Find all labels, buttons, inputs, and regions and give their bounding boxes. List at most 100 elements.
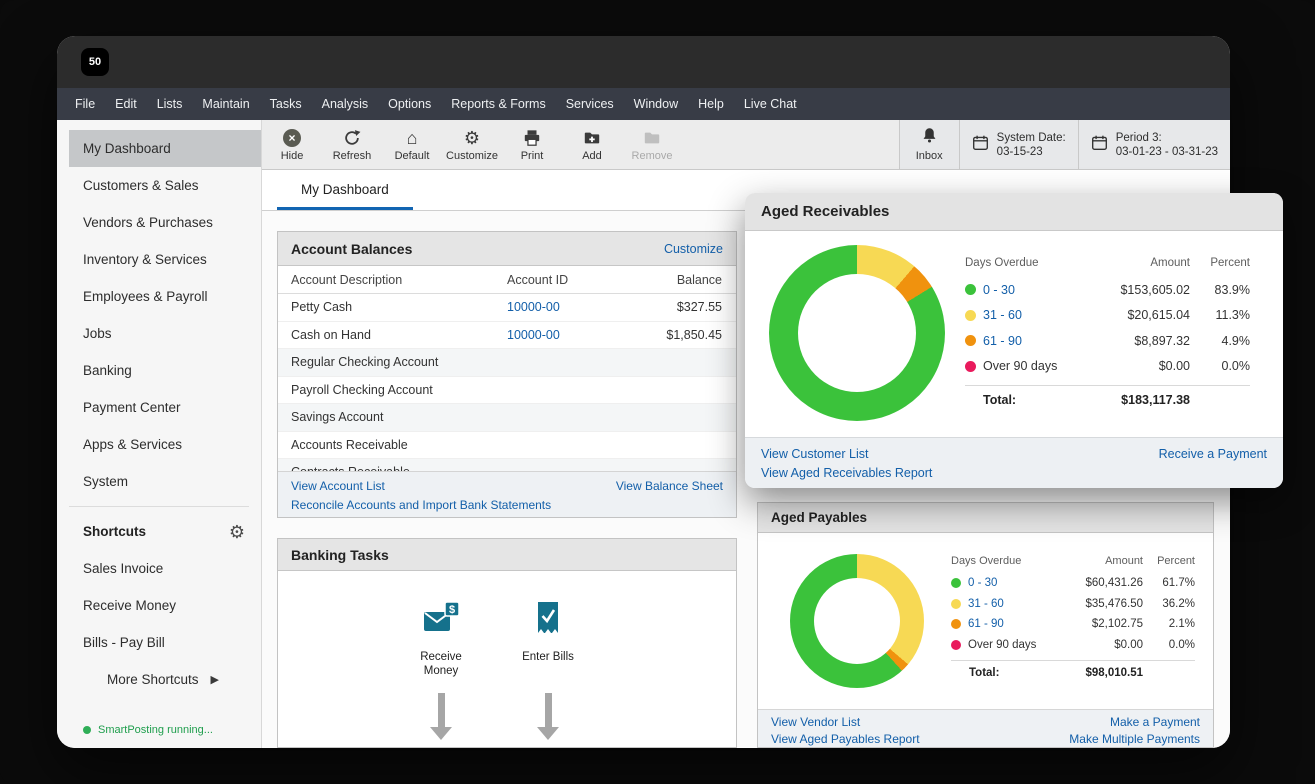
table-row: Petty Cash 10000-00 $327.55 xyxy=(278,294,736,322)
view-balance-sheet-link[interactable]: View Balance Sheet xyxy=(616,477,723,496)
menu-item-edit[interactable]: Edit xyxy=(105,88,147,120)
sidebar-item-my-dashboard[interactable]: My Dashboard xyxy=(69,130,261,167)
more-shortcuts[interactable]: More Shortcuts ▶ xyxy=(57,661,261,698)
hide-icon: × xyxy=(283,128,301,148)
receive-money-task[interactable]: $ Receive Money xyxy=(399,599,483,678)
printer-icon xyxy=(523,128,541,148)
print-button[interactable]: Print xyxy=(502,120,562,169)
menu-item-options[interactable]: Options xyxy=(378,88,441,120)
account-id-link[interactable]: 10000-00 xyxy=(507,328,560,342)
account-balances-header: Account Balances Customize xyxy=(278,232,736,266)
menu-item-live-chat[interactable]: Live Chat xyxy=(734,88,807,120)
legend-total-row: Total: $98,010.51 xyxy=(951,660,1195,679)
period-control[interactable]: Period 3: 03-01-23 - 03-31-23 xyxy=(1078,120,1230,169)
customize-button[interactable]: ⚙ Customize xyxy=(442,120,502,169)
legend-dot-icon xyxy=(965,335,976,346)
col-amount: Amount xyxy=(1048,555,1143,567)
screen: 50 File Edit Lists Maintain Tasks Analys… xyxy=(0,0,1315,784)
view-customer-list-link[interactable]: View Customer List xyxy=(761,445,932,464)
account-balances-panel: Account Balances Customize Account Descr… xyxy=(277,231,737,518)
menu-item-services[interactable]: Services xyxy=(556,88,624,120)
view-account-list-link[interactable]: View Account List xyxy=(291,477,551,496)
account-balances-table: Account Description Account ID Balance P… xyxy=(278,266,736,471)
reconcile-accounts-link[interactable]: Reconcile Accounts and Import Bank State… xyxy=(291,496,551,515)
menu-item-file[interactable]: File xyxy=(65,88,105,120)
shortcuts-gear-icon[interactable]: ⚙ xyxy=(229,523,245,541)
shortcut-bills-pay-bill[interactable]: Bills - Pay Bill xyxy=(57,624,261,661)
aged-receivables-header: Aged Receivables xyxy=(745,193,1283,231)
table-row: Regular Checking Account xyxy=(278,349,736,377)
inbox-label: Inbox xyxy=(916,150,943,162)
refresh-button[interactable]: Refresh xyxy=(322,120,382,169)
age-bucket-link[interactable]: 61 - 90 xyxy=(983,334,1022,348)
bucket-percent: 83.9% xyxy=(1190,283,1250,297)
sidebar-item-inventory-services[interactable]: Inventory & Services xyxy=(57,241,261,278)
sidebar-item-employees-payroll[interactable]: Employees & Payroll xyxy=(57,278,261,315)
bucket-amount: $0.00 xyxy=(1070,359,1190,373)
legend-row: 0 - 30 $60,431.26 61.7% xyxy=(951,573,1195,594)
sidebar-item-payment-center[interactable]: Payment Center xyxy=(57,389,261,426)
sidebar-item-system[interactable]: System xyxy=(57,463,261,500)
aged-receivables-donut-chart xyxy=(769,245,945,421)
shortcut-receive-money[interactable]: Receive Money xyxy=(57,587,261,624)
default-button[interactable]: ⌂ Default xyxy=(382,120,442,169)
menu-item-tasks[interactable]: Tasks xyxy=(260,88,312,120)
view-aged-receivables-report-link[interactable]: View Aged Receivables Report xyxy=(761,464,932,483)
col-days-overdue: Days Overdue xyxy=(965,257,1070,269)
account-id-link[interactable]: 10000-00 xyxy=(507,300,560,314)
view-vendor-list-link[interactable]: View Vendor List xyxy=(771,714,920,731)
sidebar-item-jobs[interactable]: Jobs xyxy=(57,315,261,352)
menu-item-analysis[interactable]: Analysis xyxy=(312,88,379,120)
remove-button[interactable]: Remove xyxy=(622,120,682,169)
sidebar-item-vendors-purchases[interactable]: Vendors & Purchases xyxy=(57,204,261,241)
banking-tasks-title: Banking Tasks xyxy=(291,547,389,563)
more-shortcuts-label: More Shortcuts xyxy=(107,672,199,687)
legend-row: 31 - 60 $35,476.50 36.2% xyxy=(951,594,1195,615)
shortcuts-header: Shortcuts ⚙ xyxy=(57,513,261,550)
age-bucket-link[interactable]: 0 - 30 xyxy=(968,577,997,589)
age-bucket-link[interactable]: 31 - 60 xyxy=(983,308,1022,322)
total-label: Total: xyxy=(951,667,1048,679)
view-aged-payables-report-link[interactable]: View Aged Payables Report xyxy=(771,731,920,748)
sidebar-item-banking[interactable]: Banking xyxy=(57,352,261,389)
aged-receivables-title: Aged Receivables xyxy=(761,203,889,220)
sidebar-item-apps-services[interactable]: Apps & Services xyxy=(57,426,261,463)
aged-receivables-footer: View Customer List View Aged Receivables… xyxy=(745,437,1283,488)
add-button[interactable]: Add xyxy=(562,120,622,169)
enter-bills-task[interactable]: Enter Bills xyxy=(506,599,590,664)
bucket-percent: 0.0% xyxy=(1143,639,1195,651)
menu-item-reports-forms[interactable]: Reports & Forms xyxy=(441,88,555,120)
app-logo-icon: 50 xyxy=(81,48,109,76)
age-bucket-link[interactable]: 61 - 90 xyxy=(968,618,1004,630)
age-bucket-link[interactable]: 31 - 60 xyxy=(968,598,1004,610)
age-bucket-link[interactable]: 0 - 30 xyxy=(983,283,1015,297)
menu-item-window[interactable]: Window xyxy=(624,88,688,120)
app-logo-text: 50 xyxy=(89,56,101,68)
flow-arrow-down-icon xyxy=(429,693,453,740)
make-a-payment-link[interactable]: Make a Payment xyxy=(1069,714,1200,731)
receive-a-payment-link[interactable]: Receive a Payment xyxy=(1159,445,1267,464)
account-balances-customize-link[interactable]: Customize xyxy=(664,242,723,256)
system-date-value: 03-15-23 xyxy=(997,146,1043,158)
bucket-percent: 11.3% xyxy=(1190,308,1250,322)
menu-item-maintain[interactable]: Maintain xyxy=(192,88,259,120)
make-multiple-payments-link[interactable]: Make Multiple Payments xyxy=(1069,731,1200,748)
aged-payables-body: Days Overdue Amount Percent 0 - 30 $60,4… xyxy=(758,533,1213,747)
calendar-icon xyxy=(1091,134,1108,156)
enter-bills-label: Enter Bills xyxy=(516,650,580,664)
home-icon: ⌂ xyxy=(407,128,418,148)
bucket-percent: 61.7% xyxy=(1143,577,1195,589)
menu-item-lists[interactable]: Lists xyxy=(147,88,193,120)
shortcut-sales-invoice[interactable]: Sales Invoice xyxy=(57,550,261,587)
system-date-control[interactable]: System Date: 03-15-23 xyxy=(959,120,1078,169)
default-label: Default xyxy=(395,150,430,162)
receive-money-icon: $ xyxy=(421,599,461,644)
tab-my-dashboard[interactable]: My Dashboard xyxy=(277,170,413,210)
menu-item-help[interactable]: Help xyxy=(688,88,734,120)
add-label: Add xyxy=(582,150,602,162)
sidebar-item-customers-sales[interactable]: Customers & Sales xyxy=(57,167,261,204)
inbox-button[interactable]: Inbox xyxy=(899,120,959,169)
banking-tasks-panel: Banking Tasks $ xyxy=(277,538,737,748)
hide-button[interactable]: × Hide xyxy=(262,120,322,169)
account-balances-footer: View Account List Reconcile Accounts and… xyxy=(278,471,736,517)
